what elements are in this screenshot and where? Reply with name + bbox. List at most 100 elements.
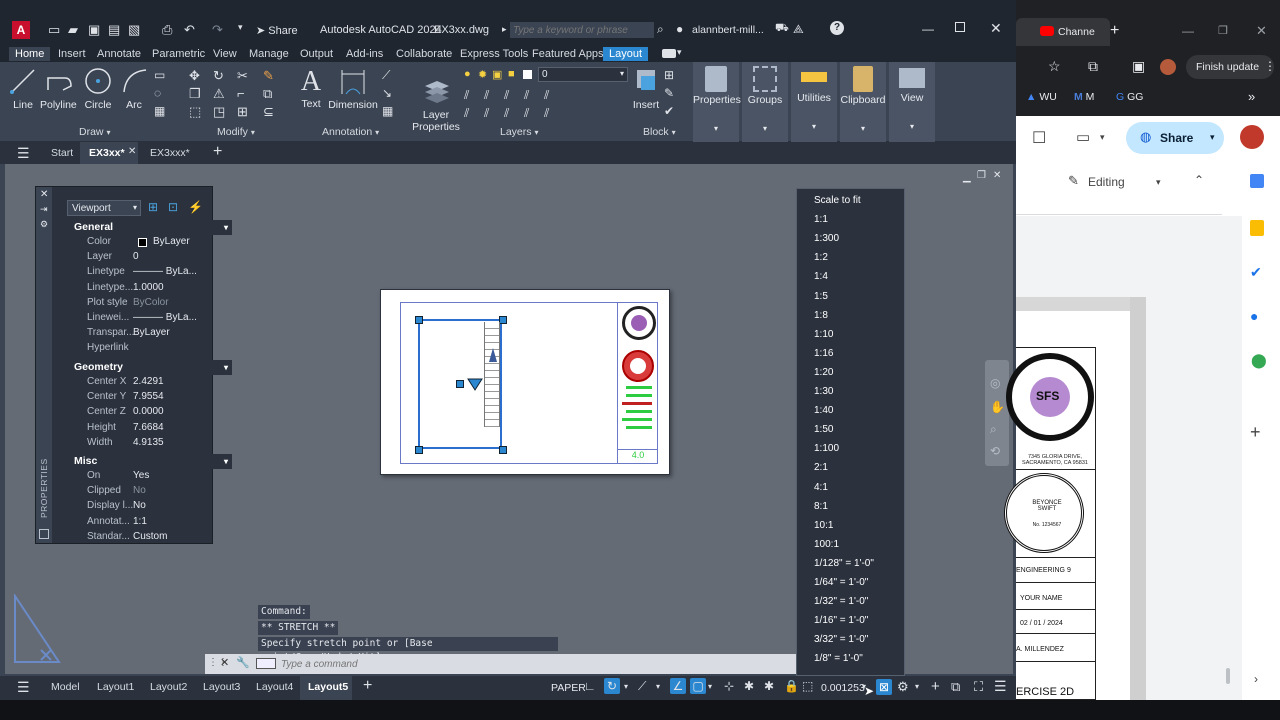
scale-option[interactable]: 8:1 [814, 501, 828, 512]
orbit-icon[interactable]: ⟲ [990, 444, 1000, 458]
section-geometry[interactable]: Geometry ▾ [70, 360, 232, 375]
viewport-close-icon[interactable]: ✕ [993, 170, 1001, 181]
layer-tool-2-icon[interactable]: ⫽ [484, 88, 489, 103]
rotate-icon[interactable]: ↻ [213, 68, 224, 84]
palette-bottom-icon[interactable] [39, 529, 49, 539]
bookmarks-overflow-icon[interactable]: » [1248, 89, 1255, 104]
scale-option[interactable]: 1:10 [814, 329, 833, 340]
tab-layout2[interactable]: Layout2 [150, 681, 187, 693]
cart-icon[interactable]: ⛟ [775, 22, 789, 36]
chevron-down-icon[interactable]: ▾ [624, 682, 628, 691]
copy-icon[interactable]: ❐ [189, 86, 201, 102]
star-icon[interactable]: ☆ [1048, 58, 1061, 75]
tasks-icon[interactable]: ✔ [1250, 264, 1262, 281]
tab-featured-apps[interactable]: Featured Apps [532, 47, 604, 61]
utilities-button[interactable]: Utilities ▾ [791, 62, 837, 142]
fillet-icon[interactable]: ⌐ [237, 86, 245, 101]
grid-snap-icon[interactable]: ∟ [584, 679, 596, 693]
help-icon[interactable]: ? [830, 21, 844, 35]
workspace-settings-icon[interactable]: ⚙ [897, 679, 909, 695]
scale-option[interactable]: 100:1 [814, 539, 839, 550]
tab-model[interactable]: Model [51, 681, 80, 693]
arc-tool[interactable]: Arc [120, 66, 148, 111]
scale-option[interactable]: 1:4 [814, 271, 828, 282]
scale-option[interactable]: 2:1 [814, 462, 828, 473]
infer-constraints-icon[interactable]: ↻ [604, 678, 620, 694]
explode-icon[interactable]: ⧉ [263, 86, 272, 102]
block-panel-label[interactable]: Block ▾ [643, 126, 676, 138]
chevron-down-icon[interactable]: ▾ [656, 682, 660, 691]
property-row[interactable]: Linetype... 1.0000 [70, 282, 242, 297]
contacts-icon[interactable]: ● [1250, 308, 1258, 324]
layer-dropdown[interactable]: 0 ▾ [538, 67, 628, 82]
viewport-scale-value[interactable]: 0.001253 [821, 682, 865, 694]
command-customize-icon[interactable]: 🔧 [236, 656, 250, 669]
chevron-down-icon[interactable]: ▾ [1100, 132, 1105, 143]
tab-manage[interactable]: Manage [249, 47, 289, 61]
palette-settings-icon[interactable]: ⚙ [40, 219, 48, 230]
property-row[interactable]: Standar... Custom [70, 531, 242, 546]
property-row[interactable]: Width 4.9135 [70, 437, 242, 452]
annotation-visibility-icon[interactable]: ✱ [744, 679, 754, 693]
object-type-dropdown[interactable]: Viewport ▾ [67, 200, 141, 216]
chevron-down-icon[interactable]: ▾ [708, 682, 712, 691]
scale-option[interactable]: 1:1 [814, 214, 828, 225]
property-row[interactable]: Center Z 0.0000 [70, 406, 242, 421]
palette-autohide-icon[interactable]: ⇥ [40, 204, 48, 215]
viewport-restore-icon[interactable]: ❐ [977, 170, 986, 181]
maximize-icon[interactable] [955, 22, 965, 32]
undo-icon[interactable]: ↶ [184, 22, 195, 38]
tab-layout1[interactable]: Layout1 [97, 681, 134, 693]
erase-icon[interactable]: ✎ [263, 68, 274, 84]
viewport-freeze-icon[interactable]: ▣ [492, 68, 502, 81]
property-row[interactable]: Linewei... ——— ByLa... [70, 312, 242, 327]
new-tab-icon[interactable]: + [213, 143, 222, 161]
new-icon[interactable]: ▭ [48, 22, 60, 38]
selection-cycling-icon[interactable]: ⊹ [724, 679, 734, 693]
layer-tool-4-icon[interactable]: ⫽ [524, 88, 529, 103]
tab-insert[interactable]: Insert [58, 47, 86, 61]
hatch-icon[interactable]: ◌ [154, 86, 161, 100]
stretch-icon[interactable]: ⬚ [189, 104, 201, 120]
draw-panel-label[interactable]: Draw ▾ [79, 126, 110, 138]
tab-layout4[interactable]: Layout4 [256, 681, 293, 693]
object-snap-tracking-icon[interactable]: ▢ [690, 678, 706, 694]
comment-icon[interactable]: ☐ [1032, 128, 1046, 148]
tab-annotate[interactable]: Annotate [97, 47, 141, 61]
mleader-icon[interactable]: ↘ [382, 86, 392, 100]
customize-status-icon[interactable]: ☰ [994, 678, 1007, 695]
calendar-icon[interactable] [1250, 174, 1264, 188]
steering-wheel-icon[interactable]: ◎ [990, 376, 1000, 390]
tab-layout3[interactable]: Layout3 [203, 681, 240, 693]
property-row[interactable]: Layer 0 [70, 251, 242, 266]
web-save-icon[interactable]: ▧ [128, 22, 140, 38]
maximize-viewport-icon[interactable]: ⬚ [802, 679, 813, 693]
account-avatar[interactable] [1240, 125, 1264, 149]
scale-option[interactable]: 1/16" = 1'-0" [814, 615, 868, 626]
scale-option[interactable]: 1:100 [814, 443, 839, 454]
quick-select-icon[interactable]: ⚡ [188, 200, 203, 214]
insert-tool[interactable]: Insert [630, 66, 662, 111]
menu-icon[interactable]: ☰ [17, 145, 30, 162]
pan-icon[interactable]: ✋ [990, 400, 1005, 414]
layer-tool-3-icon[interactable]: ⫽ [504, 88, 509, 103]
tab-express-tools[interactable]: Express Tools [460, 47, 528, 61]
browser-close-icon[interactable]: ✕ [1256, 23, 1267, 39]
scale-option[interactable]: 1:30 [814, 386, 833, 397]
polyline-tool[interactable]: Polyline [40, 66, 77, 111]
command-recent-icon[interactable] [256, 658, 276, 669]
scale-to-fit-option[interactable]: Scale to fit [814, 195, 861, 206]
layer-tool-6-icon[interactable]: ⫽ [464, 106, 469, 121]
docs-share-button[interactable]: ◍ Share ▾ [1126, 122, 1224, 154]
layers-panel-label[interactable]: Layers ▾ [500, 126, 538, 138]
tab-start[interactable]: Start [51, 147, 73, 159]
clean-screen-icon[interactable]: ⛶ [974, 679, 983, 695]
save-as-icon[interactable]: ▤ [108, 22, 120, 38]
property-row[interactable]: On Yes [70, 470, 242, 485]
zoom-extents-icon[interactable]: ⌕ [990, 422, 997, 437]
circle-tool[interactable]: Circle [82, 66, 114, 111]
object-snap-icon[interactable]: ∠ [670, 678, 686, 694]
plot-icon[interactable]: ⎙ [162, 22, 172, 38]
palette-close-icon[interactable]: ✕ [40, 189, 48, 200]
scale-option[interactable]: 1:300 [814, 233, 839, 244]
